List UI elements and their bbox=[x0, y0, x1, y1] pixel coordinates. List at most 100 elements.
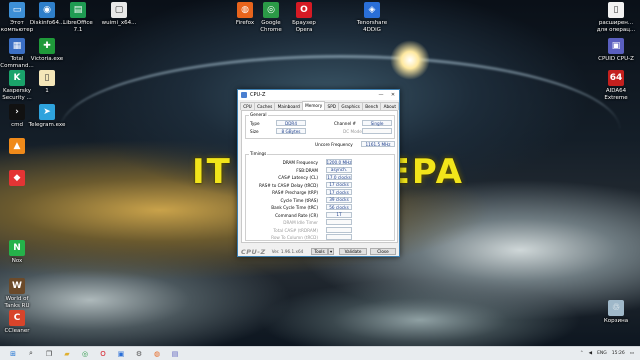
sun-glow bbox=[390, 40, 430, 80]
desktop-icon[interactable]: C CCleaner bbox=[0, 310, 37, 335]
clock[interactable]: 15:26 bbox=[612, 351, 625, 356]
tab-memory[interactable]: Memory bbox=[301, 101, 326, 110]
tools-button[interactable]: Tools bbox=[311, 248, 328, 255]
telegram-icon: ➤ bbox=[39, 104, 55, 120]
wot-icon: W bbox=[9, 278, 25, 294]
window-footer: CPU-Z Ver. 1.96.1.x64 Tools ▾ Validate C… bbox=[238, 246, 399, 257]
timing-label: Row To Column (tRCD) bbox=[271, 235, 318, 240]
libreoffice-icon: ▤ bbox=[70, 2, 86, 18]
task-view-icon[interactable]: ❐ bbox=[44, 349, 54, 359]
search-icon[interactable]: ⌕ bbox=[26, 349, 36, 359]
timing-label: DRAM Idle Timer bbox=[283, 220, 318, 225]
tray-up-arrow-icon[interactable]: ⌃ bbox=[580, 351, 584, 356]
desktop-icon[interactable]: ➤ Telegram.exe bbox=[27, 104, 67, 129]
uncore-value: 1161.5 MHz bbox=[361, 141, 395, 147]
opera-icon: O bbox=[296, 2, 312, 18]
volume-icon[interactable]: ◀ bbox=[589, 351, 592, 356]
timing-label: Bank Cycle Time (tRC) bbox=[271, 205, 318, 210]
timing-value: 17 clocks bbox=[326, 181, 352, 188]
desktop-icon-label: Google Chrome bbox=[260, 20, 282, 33]
desktop-icon[interactable]: ◈ Tenorshare 4DDiG bbox=[352, 2, 392, 33]
timing-value bbox=[326, 234, 352, 240]
cpuz-app-icon bbox=[241, 92, 247, 98]
tab-caches[interactable]: Caches bbox=[253, 102, 276, 110]
desktop-icon[interactable]: ▢ wuimi_x64... bbox=[99, 2, 139, 27]
tab-mainboard[interactable]: Mainboard bbox=[274, 102, 303, 110]
tab-cpu[interactable]: CPU bbox=[240, 102, 255, 110]
desktop-icon[interactable]: 64 AIDA64 Extreme bbox=[596, 70, 636, 101]
timing-value: 17.0 clocks bbox=[326, 174, 352, 180]
tab-graphics[interactable]: Graphics bbox=[338, 102, 364, 110]
windows-start-icon[interactable]: ⊞ bbox=[8, 349, 18, 359]
tab-strip: CPU Caches Mainboard Memory SPD Graphics Bench… bbox=[238, 100, 400, 110]
timing-label: DRAM Frequency bbox=[282, 160, 318, 165]
desktop-icon[interactable]: ◆ bbox=[0, 170, 37, 188]
desktop-icon[interactable]: ▯ расширен... для операц... bbox=[596, 2, 636, 33]
general-title: General bbox=[249, 112, 268, 117]
desktop-icon-label: Tenorshare 4DDiG bbox=[356, 20, 388, 33]
desktop-icon-label: AIDA64 Extreme bbox=[604, 88, 628, 101]
chrome-icon[interactable]: ◎ bbox=[80, 349, 90, 359]
timing-label: Command Rate (CR) bbox=[275, 212, 318, 218]
explorer-icon[interactable]: ▰ bbox=[62, 349, 72, 359]
type-value: DDR4 bbox=[276, 120, 306, 126]
size-label: Size bbox=[250, 129, 259, 134]
desktop-icon[interactable]: W World of Tanks RU bbox=[0, 278, 37, 309]
cpuz-window[interactable]: CPU-Z — ✕ CPU Caches Mainboard Memory SPD Gra… bbox=[237, 89, 400, 257]
validate-button[interactable]: Validate bbox=[339, 248, 367, 255]
desktop-icon[interactable]: O Браузер Opera bbox=[284, 2, 324, 33]
channel-value: Single bbox=[362, 120, 392, 126]
opera-icon[interactable]: O bbox=[98, 349, 108, 359]
vlc-icon: ▲ bbox=[9, 138, 25, 154]
size-value: 8 GBytes bbox=[276, 128, 306, 134]
desktop-icon[interactable]: ♲ Корзина bbox=[596, 300, 636, 325]
desktop-icon[interactable]: ▲ bbox=[0, 138, 37, 156]
dcmode-value bbox=[362, 128, 392, 134]
timing-value bbox=[326, 226, 352, 233]
program-icon: ◆ bbox=[9, 170, 25, 186]
aida64-icon: 64 bbox=[608, 70, 624, 86]
close-button[interactable]: Close bbox=[370, 248, 396, 255]
dcmode-label: DC Mode bbox=[343, 129, 362, 134]
store-icon[interactable]: ▣ bbox=[116, 349, 126, 359]
timing-value: 1T bbox=[326, 211, 352, 218]
settings-icon[interactable]: ⚙ bbox=[134, 349, 144, 359]
victoria-icon: ✚ bbox=[39, 38, 55, 54]
desktop-icon[interactable]: ▣ CPUID CPU-Z bbox=[596, 38, 636, 63]
close-icon[interactable]: ✕ bbox=[387, 90, 399, 100]
timing-value: 39 clocks bbox=[326, 196, 352, 203]
taskbar: ⊞ ⌕ ❐ ▰ ◎ O ▣ ⚙ ◍ ▤ ⌃ ◀ ENG 15:26 ▭ bbox=[0, 346, 640, 360]
cpuz-logo: CPU-Z bbox=[241, 247, 266, 256]
window-icon: ▢ bbox=[111, 2, 127, 18]
desktop-icon[interactable]: ▯ 1 bbox=[27, 70, 67, 95]
nox-icon: N bbox=[9, 240, 25, 256]
cpuz-icon[interactable]: ▤ bbox=[170, 349, 180, 359]
version-label: Ver. 1.96.1.x64 bbox=[271, 249, 304, 254]
memory-panel: General Type DDR4 Size 8 GBytes Channel … bbox=[241, 110, 398, 243]
desktop-icon[interactable]: ✚ Victoria.exe bbox=[27, 38, 67, 63]
cmd-icon: › bbox=[9, 104, 25, 120]
minimize-icon[interactable]: — bbox=[375, 90, 387, 100]
document-icon: ▯ bbox=[608, 2, 624, 18]
desktop-icon[interactable]: N Nox bbox=[0, 240, 37, 265]
timing-value: 56 clocks bbox=[326, 204, 352, 210]
disk-icon: ◉ bbox=[39, 2, 55, 18]
notification-icon[interactable]: ▭ bbox=[630, 351, 634, 356]
totalcommander-icon: ▦ bbox=[9, 38, 25, 54]
tab-bench[interactable]: Bench bbox=[362, 102, 382, 110]
chrome-icon: ◎ bbox=[263, 2, 279, 18]
desktop-icon[interactable]: ▤ LibreOffice 7.1 bbox=[58, 2, 98, 33]
tab-about[interactable]: About bbox=[380, 102, 400, 110]
window-title: CPU-Z bbox=[250, 92, 266, 98]
language-indicator[interactable]: ENG bbox=[597, 351, 607, 356]
tools-dropdown-icon[interactable]: ▾ bbox=[328, 248, 334, 255]
timing-value: 1200.0 MHz bbox=[326, 159, 352, 165]
kaspersky-icon: K bbox=[9, 70, 25, 86]
recycle-bin-icon: ♲ bbox=[608, 300, 624, 316]
tab-spd[interactable]: SPD bbox=[324, 102, 340, 110]
firefox-icon[interactable]: ◍ bbox=[152, 349, 162, 359]
computer-icon: ▭ bbox=[9, 2, 25, 18]
desktop-icon-label: Браузер Opera bbox=[292, 20, 316, 33]
window-titlebar[interactable]: CPU-Z — ✕ bbox=[238, 90, 399, 100]
desktop-icon-label: wuimi_x64... bbox=[101, 20, 137, 26]
